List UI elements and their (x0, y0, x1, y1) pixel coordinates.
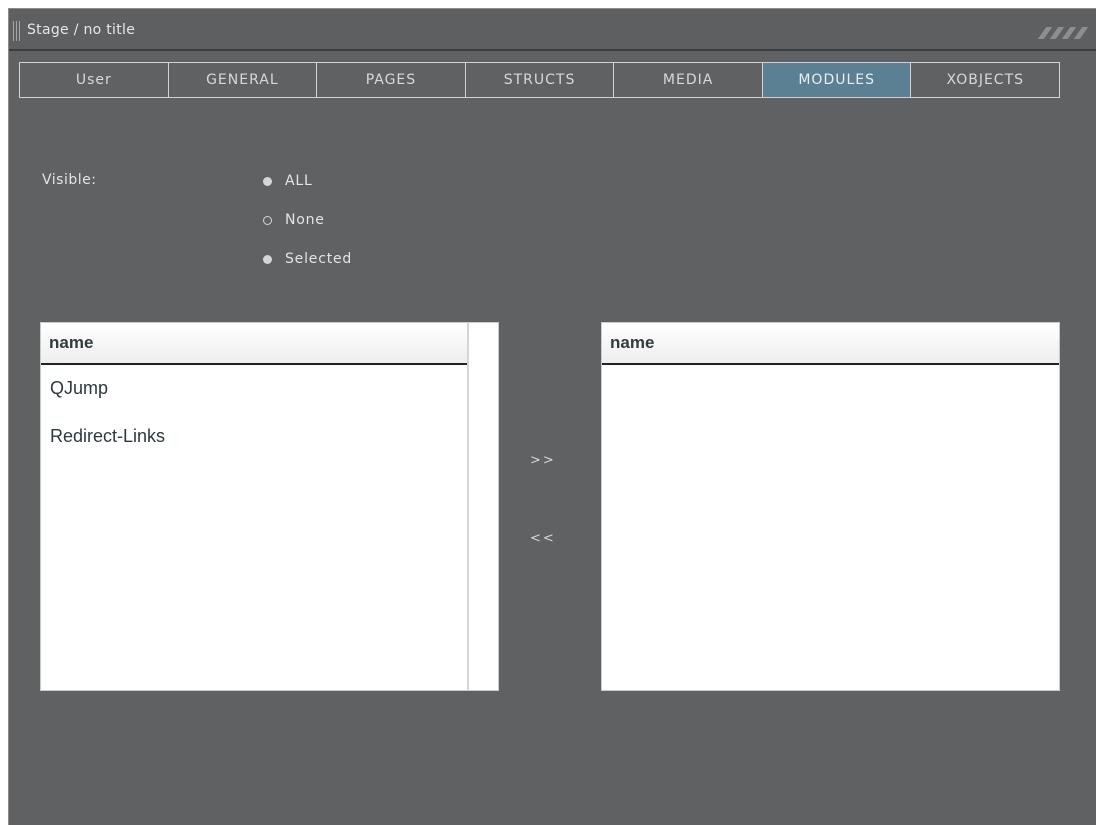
title-bar[interactable]: Stage / no title (9, 9, 1096, 51)
selected-list-header[interactable]: name (602, 323, 1059, 365)
radio-filled-icon (263, 176, 272, 186)
add-button[interactable]: >> (530, 453, 556, 468)
list-item[interactable]: Redirect-Links (50, 426, 165, 447)
radio-none[interactable]: None (263, 210, 325, 230)
remove-button[interactable]: << (530, 531, 556, 546)
radio-none-label: None (285, 212, 325, 228)
selected-modules-list[interactable]: name (601, 322, 1060, 691)
tab-general[interactable]: GENERAL (169, 63, 318, 97)
radio-selected[interactable]: Selected (263, 249, 352, 269)
list-item[interactable]: QJump (50, 378, 108, 399)
available-list-header[interactable]: name (41, 323, 467, 365)
tab-xobjects[interactable]: XOBJECTS (911, 63, 1059, 97)
tab-user[interactable]: User (20, 63, 169, 97)
available-modules-list[interactable]: name QJump Redirect-Links (40, 322, 499, 691)
available-list-scrollbar[interactable] (467, 323, 498, 690)
radio-all[interactable]: ALL (263, 171, 313, 191)
radio-all-label: ALL (285, 173, 313, 189)
tab-modules[interactable]: MODULES (762, 63, 912, 97)
window-title: Stage / no title (27, 22, 136, 38)
tab-bar: User GENERAL PAGES STRUCTS MEDIA MODULES… (19, 62, 1060, 98)
window-stripes-icon (1034, 27, 1092, 39)
radio-filled-icon (263, 254, 272, 264)
visible-label: Visible: (42, 172, 97, 188)
tab-media[interactable]: MEDIA (614, 63, 763, 97)
radio-selected-label: Selected (285, 251, 353, 267)
stage-window: Stage / no title User GENERAL PAGES STRU… (8, 8, 1096, 825)
radio-empty-icon (263, 215, 272, 225)
drag-grip-icon[interactable] (13, 21, 22, 41)
tab-structs[interactable]: STRUCTS (466, 63, 615, 97)
tab-pages[interactable]: PAGES (317, 63, 466, 97)
